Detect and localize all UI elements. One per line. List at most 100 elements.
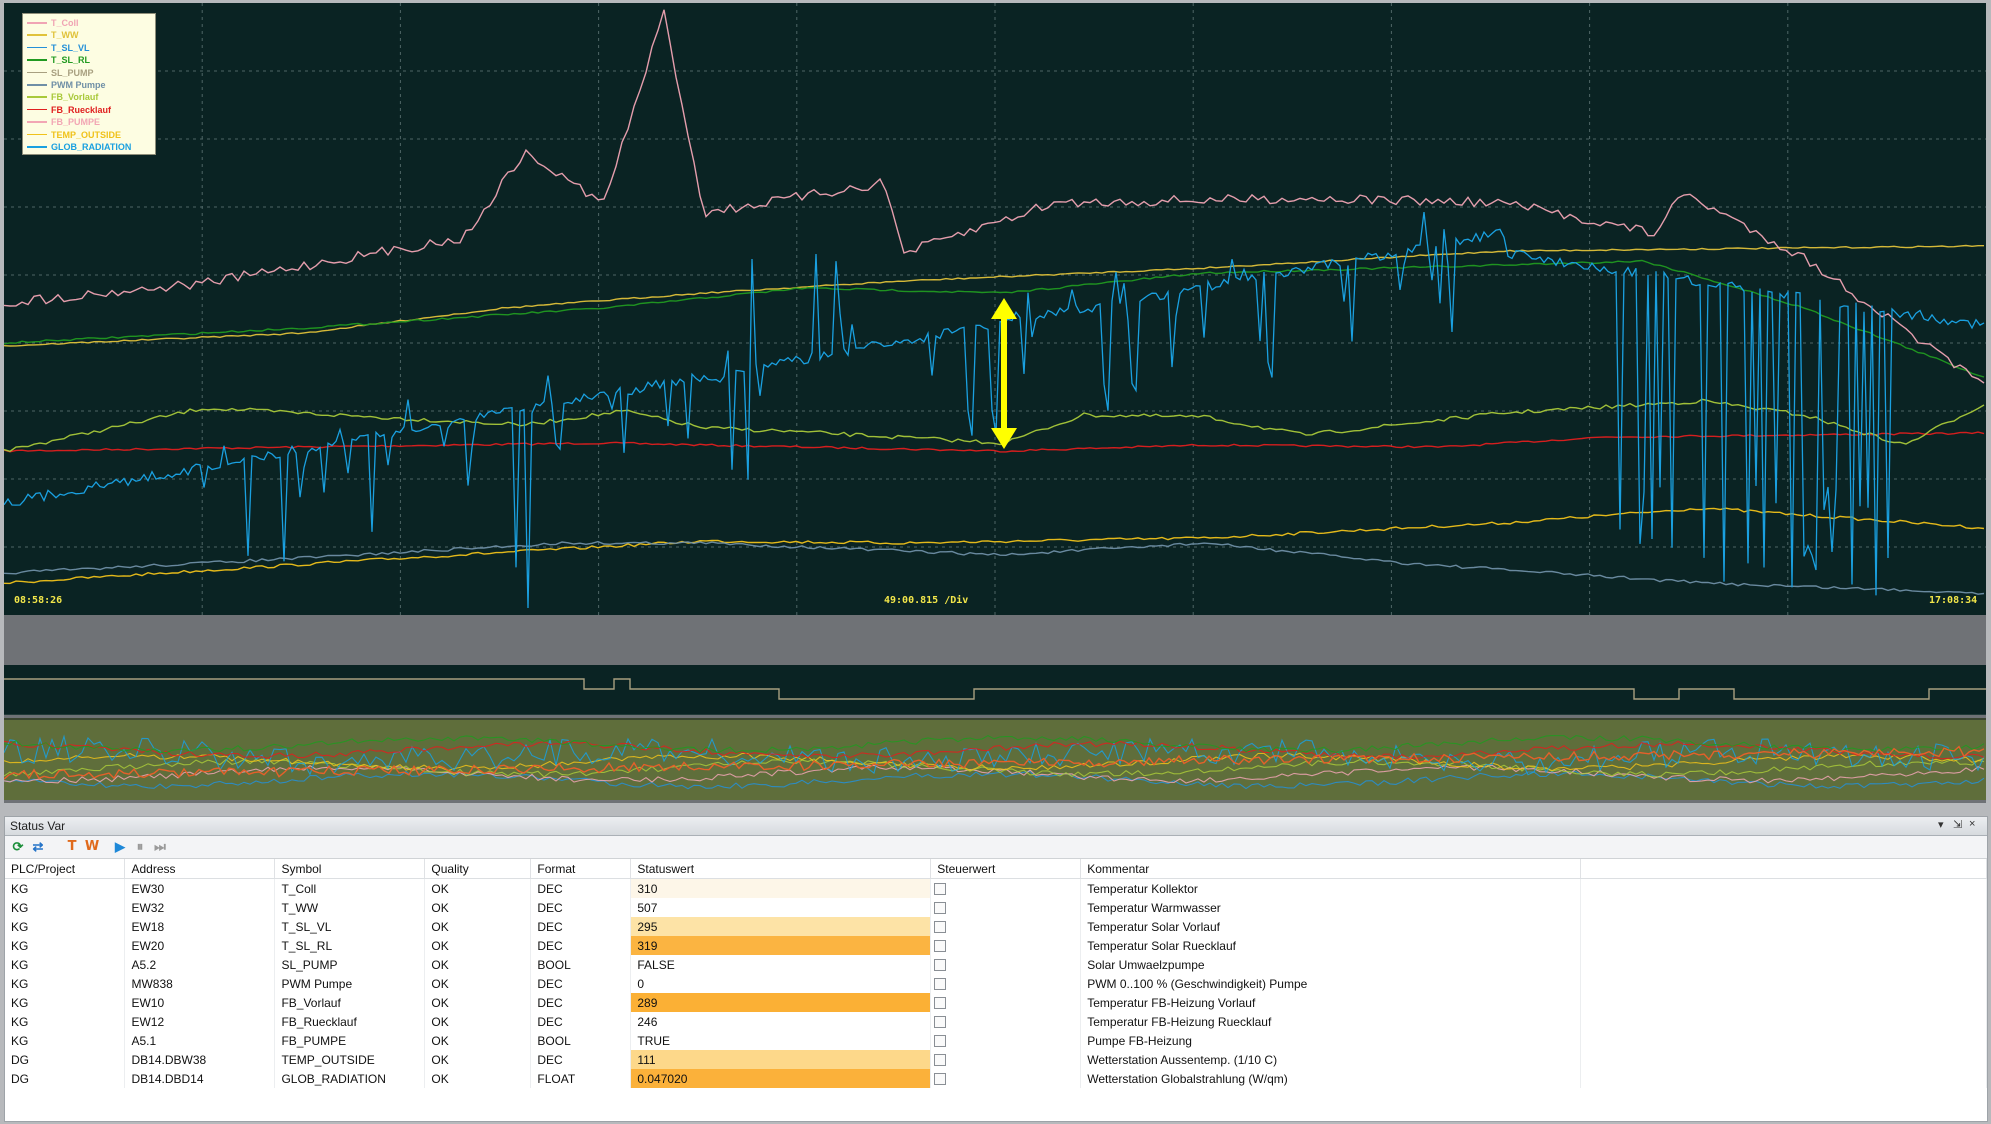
cell-quality: OK <box>424 1012 532 1031</box>
cell-kommentar: Temperatur Kollektor <box>1080 878 1582 898</box>
col-quality[interactable]: Quality <box>424 859 532 879</box>
table-row[interactable]: KG A5.2 SL_PUMP OK BOOL FALSE Solar Umwaelzpum… <box>5 955 1987 974</box>
legend-item[interactable]: T_SL_VL <box>27 42 153 54</box>
steuerwert-checkbox[interactable] <box>934 921 947 934</box>
cell-symbol: T_WW <box>274 898 426 917</box>
play-icon[interactable]: ▶ <box>111 838 129 856</box>
cell-plc: KG <box>5 955 126 974</box>
cell-quality: OK <box>424 974 532 993</box>
col-steuerwert[interactable]: Steuerwert <box>930 859 1082 879</box>
table-row[interactable]: DG DB14.DBD14 GLOB_RADIATION OK FLOAT 0.04702… <box>5 1069 1987 1088</box>
steuerwert-checkbox[interactable] <box>934 1054 947 1067</box>
steuerwert-checkbox[interactable] <box>934 997 947 1010</box>
pin-icon[interactable]: ▾ <box>1938 818 1944 831</box>
status-var-panel: Status Var ▾ ⇲ × ⟳ ⇄ T W ▶ ⏸ ⏭ PLC/Proje… <box>4 816 1988 1122</box>
legend-item[interactable]: T_WW <box>27 29 153 41</box>
legend-item[interactable]: FB_Vorlauf <box>27 91 153 103</box>
legend-item[interactable]: TEMP_OUTSIDE <box>27 129 153 141</box>
trend-legend[interactable]: T_Coll T_WW T_SL_VL T_SL_RL SL_PUMP PWM Pumpe… <box>22 13 156 155</box>
monitor-icon[interactable]: ⇄ <box>29 838 47 856</box>
panel-title: Status Var <box>10 819 66 833</box>
trigger-w-icon[interactable]: W <box>83 838 101 856</box>
table-row[interactable]: KG EW10 FB_Vorlauf OK DEC 289 Temperatur FB-He… <box>5 993 1987 1012</box>
table-row[interactable]: KG A5.1 FB_PUMPE OK BOOL TRUE Pumpe FB-Heizung <box>5 1031 1987 1050</box>
legend-item[interactable]: FB_Ruecklauf <box>27 104 153 116</box>
steuerwert-checkbox[interactable] <box>934 1035 947 1048</box>
cell-format: DEC <box>530 878 632 898</box>
cell-kommentar: Temperatur Solar Vorlauf <box>1080 917 1582 936</box>
cell-statuswert[interactable]: 0 <box>630 974 932 993</box>
cell-format: BOOL <box>530 955 632 974</box>
table-row[interactable]: DG DB14.DBW38 TEMP_OUTSIDE OK DEC 111 Wetterst… <box>5 1050 1987 1069</box>
cell-plc: KG <box>5 1012 126 1031</box>
cell-statuswert[interactable]: 289 <box>630 993 932 1012</box>
col-symbol[interactable]: Symbol <box>274 859 426 879</box>
cell-quality: OK <box>424 878 532 898</box>
cell-quality: OK <box>424 1069 532 1088</box>
cell-format: DEC <box>530 936 632 955</box>
steuerwert-checkbox[interactable] <box>934 1073 947 1086</box>
col-plc-project[interactable]: PLC/Project <box>5 859 126 879</box>
legend-item[interactable]: T_Coll <box>27 17 153 29</box>
legend-item[interactable]: FB_PUMPE <box>27 116 153 128</box>
float-icon[interactable]: ⇲ <box>1953 818 1962 831</box>
cell-statuswert[interactable]: 0.047020 <box>630 1069 932 1088</box>
col-kommentar[interactable]: Kommentar <box>1080 859 1582 879</box>
steuerwert-checkbox[interactable] <box>934 959 947 972</box>
cell-statuswert[interactable]: FALSE <box>630 955 932 974</box>
steuerwert-checkbox[interactable] <box>934 940 947 953</box>
steuerwert-checkbox[interactable] <box>934 883 947 896</box>
cell-symbol: T_SL_VL <box>274 917 426 936</box>
cell-statuswert[interactable]: 507 <box>630 898 932 917</box>
legend-label: T_SL_VL <box>51 42 90 53</box>
col-address[interactable]: Address <box>124 859 276 879</box>
cell-kommentar: Temperatur Solar Ruecklauf <box>1080 936 1582 955</box>
cell-plc: KG <box>5 898 126 917</box>
cell-plc: KG <box>5 917 126 936</box>
col-format[interactable]: Format <box>530 859 632 879</box>
legend-item[interactable]: GLOB_RADIATION <box>27 141 153 153</box>
digital-signal-strip <box>4 665 1986 715</box>
pause-icon[interactable]: ⏸ <box>131 838 149 856</box>
col-empty <box>1580 859 1987 879</box>
refresh-icon[interactable]: ⟳ <box>9 838 27 856</box>
cell-steuerwert <box>930 1050 1082 1069</box>
table-row[interactable]: KG MW838 PWM Pumpe OK DEC 0 PWM 0..100 % (Gesc… <box>5 974 1987 993</box>
trend-canvas[interactable] <box>4 3 1986 615</box>
table-row[interactable]: KG EW20 T_SL_RL OK DEC 319 Temperatur Solar Ru… <box>5 936 1987 955</box>
cell-empty <box>1580 974 1987 993</box>
table-row[interactable]: KG EW30 T_Coll OK DEC 310 Temperatur Kollektor <box>5 878 1987 898</box>
col-statuswert[interactable]: Statuswert <box>630 859 932 879</box>
status-table: PLC/Project Address Symbol Quality Forma… <box>5 859 1987 1088</box>
close-icon[interactable]: × <box>1969 818 1975 830</box>
cell-quality: OK <box>424 936 532 955</box>
cell-statuswert[interactable]: 319 <box>630 936 932 955</box>
steuerwert-checkbox[interactable] <box>934 1016 947 1029</box>
cell-statuswert[interactable]: 310 <box>630 878 932 898</box>
steuerwert-checkbox[interactable] <box>934 902 947 915</box>
steuerwert-checkbox[interactable] <box>934 978 947 991</box>
trigger-t-icon[interactable]: T <box>63 838 81 856</box>
cell-statuswert[interactable]: 295 <box>630 917 932 936</box>
cell-empty <box>1580 917 1987 936</box>
table-row[interactable]: KG EW12 FB_Ruecklauf OK DEC 246 Temperatur FB-… <box>5 1012 1987 1031</box>
table-row[interactable]: KG EW32 T_WW OK DEC 507 Temperatur Warmwasser <box>5 898 1987 917</box>
cell-statuswert[interactable]: 246 <box>630 1012 932 1031</box>
legend-item[interactable]: SL_PUMP <box>27 67 153 79</box>
overview-navigator[interactable] <box>4 718 1986 800</box>
cell-address: MW838 <box>124 974 276 993</box>
legend-item[interactable]: PWM Pumpe <box>27 79 153 91</box>
cell-empty <box>1580 993 1987 1012</box>
legend-swatch <box>27 71 47 74</box>
trend-traces <box>4 9 1985 609</box>
cell-empty <box>1580 1012 1987 1031</box>
legend-swatch <box>27 108 47 111</box>
cell-statuswert[interactable]: 111 <box>630 1050 932 1069</box>
trend-plot[interactable]: T_Coll T_WW T_SL_VL T_SL_RL SL_PUMP PWM Pumpe… <box>4 3 1986 615</box>
cell-statuswert[interactable]: TRUE <box>630 1031 932 1050</box>
legend-item[interactable]: T_SL_RL <box>27 54 153 66</box>
step-icon[interactable]: ⏭ <box>151 838 169 856</box>
cell-symbol: FB_Ruecklauf <box>274 1012 426 1031</box>
table-row[interactable]: KG EW18 T_SL_VL OK DEC 295 Temperatur Solar Vo… <box>5 917 1987 936</box>
axis-end-time: 17:08:34 <box>1929 595 1978 606</box>
